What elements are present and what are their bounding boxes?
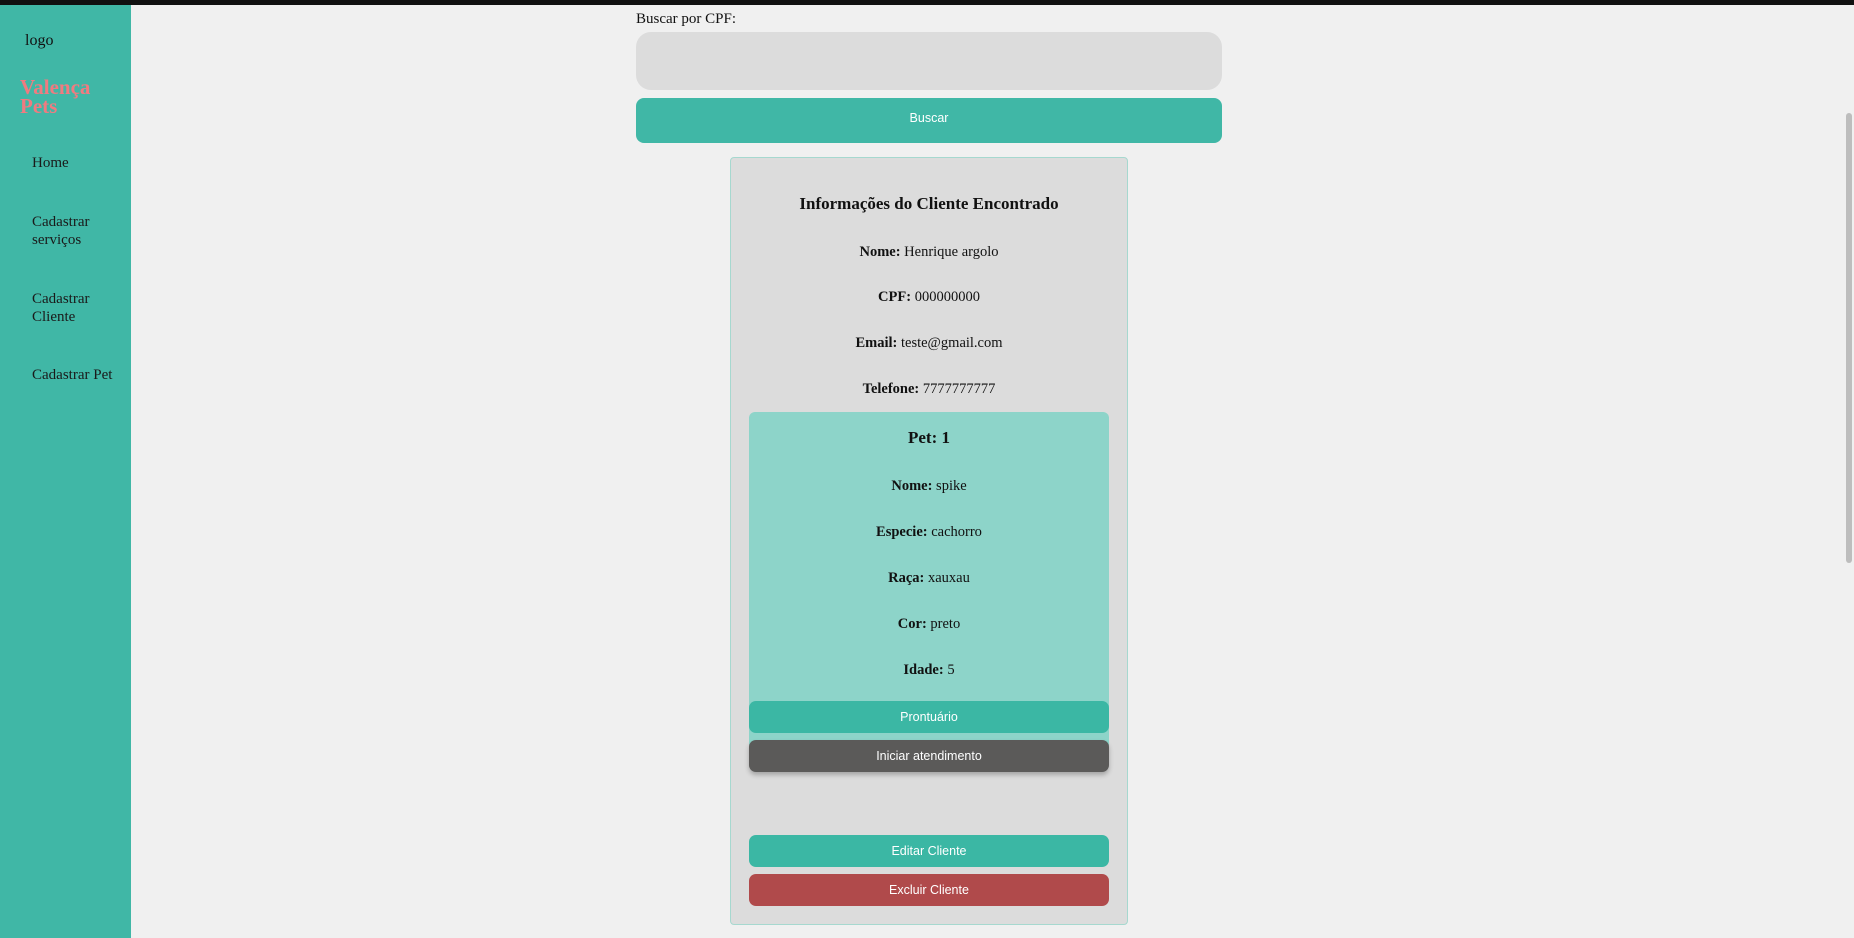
pet-breed-label: Raça: <box>888 570 925 586</box>
pet-color-label: Cor: <box>897 616 927 632</box>
pet-name-label: Nome: <box>891 478 933 494</box>
pet-name-value: spike <box>936 478 967 494</box>
client-phone-label: Telefone: <box>862 381 920 397</box>
search-cpf-input[interactable] <box>636 32 1222 90</box>
pet-species-label: Especie: <box>876 524 928 540</box>
pet-color-row: Cor: preto <box>749 616 1109 633</box>
logo-alt-text: logo <box>25 32 54 49</box>
client-name-label: Nome: <box>859 244 901 260</box>
sidebar: logo Valença Pets Home Cadastrar serviço… <box>0 5 131 938</box>
brand-title: Valença Pets <box>20 75 91 118</box>
iniciar-atendimento-button[interactable]: Iniciar atendimento <box>749 740 1109 772</box>
client-email-label: Email: <box>855 335 898 351</box>
client-email-value: teste@gmail.com <box>900 335 1003 351</box>
client-name-value: Henrique argolo <box>904 244 999 260</box>
client-cpf-value: 000000000 <box>914 289 980 305</box>
search-cpf-label: Buscar por CPF: <box>636 11 737 27</box>
pet-name-row: Nome: spike <box>749 478 1109 495</box>
pet-title: Pet: 1 <box>907 428 950 447</box>
client-cpf-label: CPF: <box>878 289 912 305</box>
pet-color-value: preto <box>930 616 961 632</box>
client-phone-value: 7777777777 <box>922 381 996 397</box>
nav-item-cadastrar-cliente[interactable]: Cadastrar Cliente <box>32 290 127 326</box>
scrollbar-thumb[interactable] <box>1846 113 1852 563</box>
pet-species-value: cachorro <box>931 524 982 540</box>
logo-image: logo <box>22 32 53 50</box>
search-button-label: Buscar <box>909 110 949 125</box>
page-scrollbar[interactable] <box>1844 5 1854 938</box>
client-phone-row: Telefone: 7777777777 <box>731 381 1127 398</box>
window-top-border <box>0 0 1854 5</box>
client-info-title: Informações do Cliente Encontrado <box>799 194 1059 213</box>
nav-item-cadastrar-servicos[interactable]: Cadastrar serviços <box>32 213 127 249</box>
client-cpf-row: CPF: 000000000 <box>731 289 1127 306</box>
pet-card: Pet: 1 Nome: spike Especie: cachorro Raç… <box>749 412 1109 750</box>
pet-breed-row: Raça: xauxau <box>749 570 1109 587</box>
nav-item-home[interactable]: Home <box>32 154 127 172</box>
pet-age-label: Idade: <box>903 662 944 678</box>
excluir-cliente-button[interactable]: Excluir Cliente <box>749 874 1109 906</box>
nav-item-cadastrar-pet[interactable]: Cadastrar Pet <box>32 366 127 384</box>
client-email-row: Email: teste@gmail.com <box>731 335 1127 352</box>
pet-age-row: Idade: 5 <box>749 662 1109 679</box>
pet-breed-value: xauxau <box>928 570 970 586</box>
editar-cliente-button[interactable]: Editar Cliente <box>749 835 1109 867</box>
client-info-card: Informações do Cliente Encontrado Nome: … <box>730 157 1128 925</box>
client-name-row: Nome: Henrique argolo <box>731 244 1127 261</box>
search-button[interactable]: Buscar <box>636 98 1222 143</box>
pet-age-value: 5 <box>947 662 955 678</box>
prontuario-button[interactable]: Prontuário <box>749 701 1109 733</box>
pet-species-row: Especie: cachorro <box>749 524 1109 541</box>
